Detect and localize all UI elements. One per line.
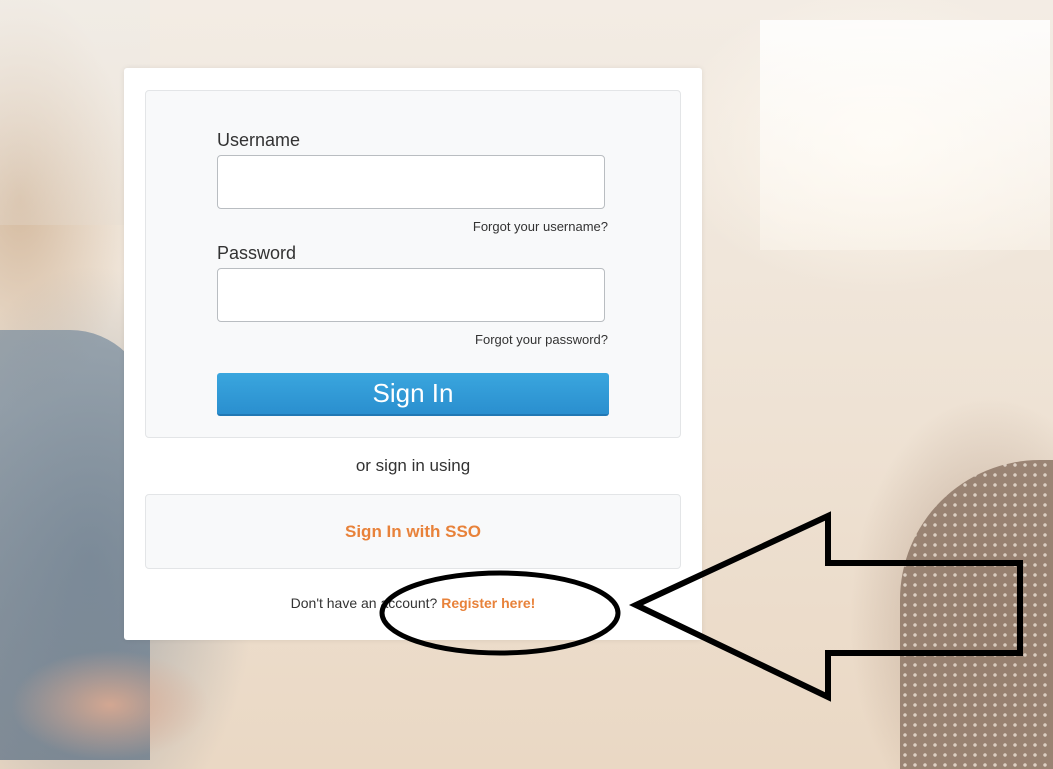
username-label: Username [217, 130, 301, 150]
sign-in-button[interactable]: Sign In [217, 373, 609, 416]
password-label: Password [217, 243, 297, 263]
credentials-panel: Username Forgot your username? Password … [145, 90, 681, 438]
register-prompt: Don't have an account? [290, 595, 438, 611]
password-input[interactable] [217, 268, 605, 322]
forgot-password-link[interactable]: Forgot your password? [475, 332, 608, 347]
register-row: Don't have an account? Register here! [124, 595, 702, 611]
forgot-username-link[interactable]: Forgot your username? [473, 219, 608, 234]
login-card: Username Forgot your username? Password … [124, 68, 702, 640]
sso-sign-in-link[interactable]: Sign In with SSO [146, 522, 680, 542]
sso-panel: Sign In with SSO [145, 494, 681, 569]
or-sign-in-text: or sign in using [355, 456, 471, 475]
register-link[interactable]: Register here! [441, 595, 535, 611]
background-window [760, 20, 1050, 250]
background-hand [10, 650, 210, 760]
username-input[interactable] [217, 155, 605, 209]
